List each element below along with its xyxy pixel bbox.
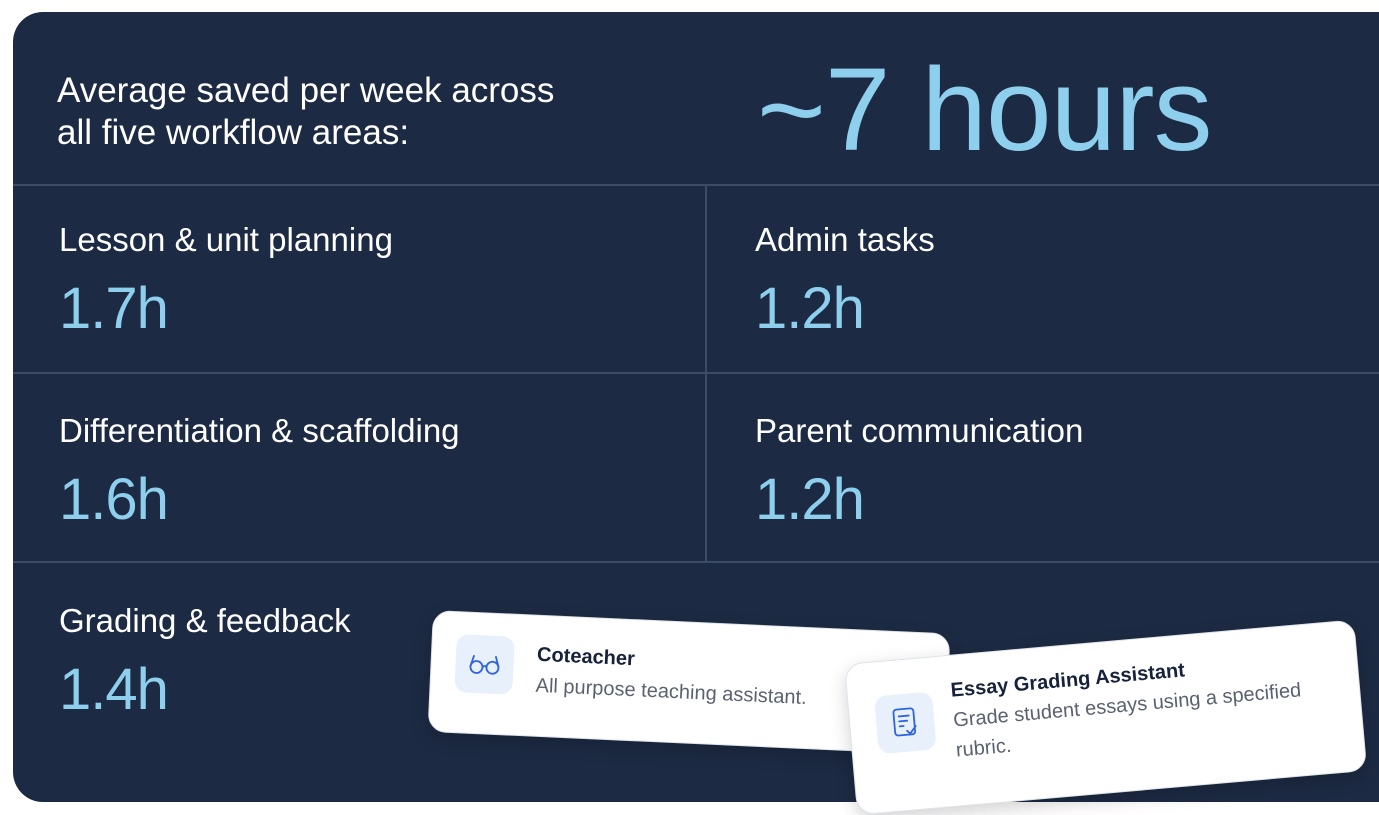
divider [705,186,707,561]
area-label: Differentiation & scaffolding [59,412,460,449]
glasses-icon [454,634,515,695]
area-value: 1.2h [755,276,865,341]
summary-value: ~7 hours [757,44,1212,176]
card-title: Coteacher [536,643,636,671]
divider [13,561,1379,563]
area-label: Parent communication [755,412,1084,449]
area-value: 1.4h [59,657,169,722]
area-label: Lesson & unit planning [59,221,393,258]
summary-label-line1: Average saved per week across [57,71,555,110]
area-label: Admin tasks [755,221,935,258]
area-value: 1.7h [59,276,169,341]
divider [13,372,1379,374]
divider [13,184,1379,186]
summary-label: Average saved per week across all five w… [57,70,677,154]
area-admin-tasks: Admin tasks 1.2h [755,220,935,344]
area-value: 1.6h [59,467,169,532]
document-check-icon [873,691,937,755]
area-lesson-planning: Lesson & unit planning 1.7h [59,220,393,344]
summary-label-line2: all five workflow areas: [57,113,410,152]
area-label: Grading & feedback [59,602,351,639]
card-subtitle: All purpose teaching assistant. [535,674,808,710]
area-grading-feedback: Grading & feedback 1.4h [59,601,351,725]
area-value: 1.2h [755,467,865,532]
area-parent-communication: Parent communication 1.2h [755,411,1083,535]
area-differentiation: Differentiation & scaffolding 1.6h [59,411,460,535]
